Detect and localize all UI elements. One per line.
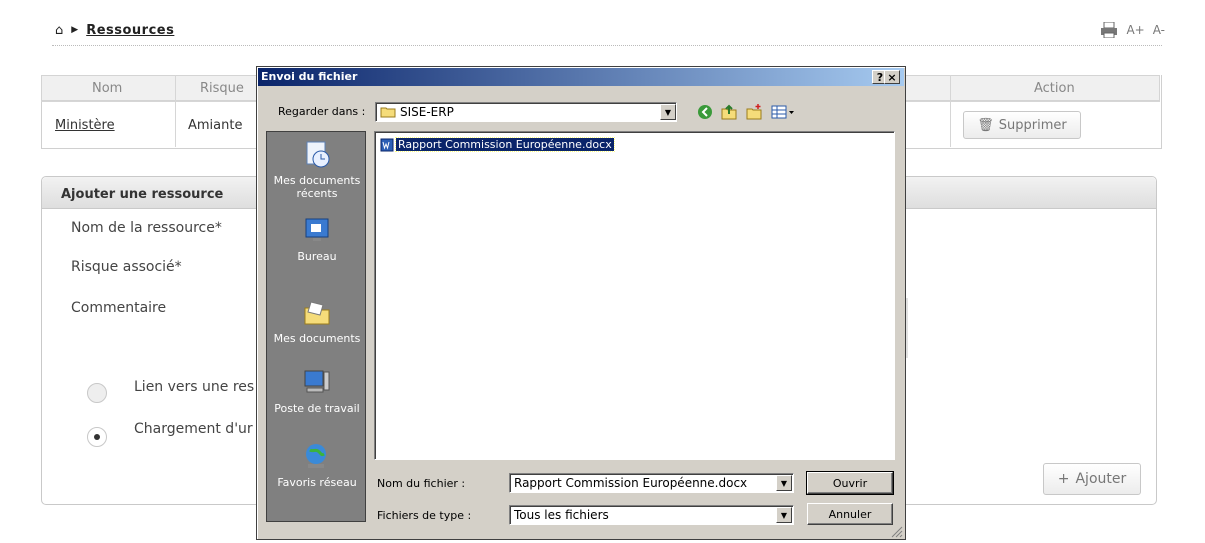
my-computer-icon (304, 370, 330, 393)
column-header-nom[interactable]: Nom (92, 81, 122, 96)
places-network[interactable]: Favoris réseau (267, 442, 367, 489)
column-divider (950, 75, 951, 147)
filename-label: Nom du fichier : (377, 477, 466, 490)
font-increase-button[interactable]: A+ (1126, 23, 1144, 37)
places-network-label: Favoris réseau (277, 476, 357, 489)
cancel-button[interactable]: Annuler (807, 503, 893, 525)
column-divider (175, 75, 176, 147)
places-recent-label: Mes documents récents (273, 174, 361, 200)
resize-grip-icon[interactable] (890, 525, 903, 538)
places-bar: Mes documents récents Bureau Mes documen… (266, 131, 366, 522)
chevron-right-icon: ▶ (71, 25, 79, 35)
font-decrease-button[interactable]: A- (1153, 23, 1165, 37)
link-radio[interactable] (87, 383, 107, 403)
delete-button-label: Supprimer (998, 117, 1067, 133)
upload-radio[interactable] (87, 427, 107, 447)
filetype-dropdown-arrow[interactable]: ▼ (776, 507, 792, 523)
print-icon[interactable] (1100, 22, 1118, 38)
places-documents[interactable]: Mes documents (267, 298, 367, 345)
home-icon[interactable]: ⌂ (55, 23, 63, 38)
back-icon[interactable] (696, 103, 714, 121)
folder-icon (380, 107, 396, 118)
comment-label: Commentaire (71, 300, 167, 316)
look-in-arrow[interactable]: ▼ (660, 104, 676, 120)
page-tools: A+ A- (1100, 22, 1165, 38)
add-button[interactable]: + Ajouter (1043, 463, 1141, 495)
trash-icon: 🗑 (977, 117, 994, 133)
filename-dropdown-arrow[interactable]: ▼ (776, 475, 792, 491)
breadcrumb-link-ressources[interactable]: Ressources (86, 23, 174, 38)
filetype-label: Fichiers de type : (377, 509, 472, 522)
column-header-risque[interactable]: Risque (200, 81, 244, 96)
new-folder-icon[interactable] (745, 103, 763, 121)
my-documents-icon (304, 301, 330, 325)
risk-label: Risque associé* (71, 259, 182, 275)
look-in-label: Regarder dans : (278, 105, 366, 118)
places-computer-label: Poste de travail (274, 402, 360, 415)
word-document-icon (380, 138, 394, 151)
up-folder-icon[interactable] (720, 103, 738, 121)
link-option-label[interactable]: Lien vers une res (134, 379, 254, 395)
open-button[interactable]: Ouvrir (806, 471, 894, 495)
places-desktop-label: Bureau (297, 250, 337, 263)
header-divider (52, 45, 1162, 46)
file-list[interactable] (374, 131, 895, 460)
desktop-icon (305, 218, 329, 241)
close-button[interactable]: × (884, 70, 900, 84)
filename-input[interactable]: Rapport Commission Européenne.docx (509, 473, 794, 493)
column-header-action: Action (1034, 81, 1075, 96)
delete-button[interactable]: 🗑 Supprimer (963, 111, 1081, 139)
resource-name-link[interactable]: Ministère (55, 118, 115, 133)
plus-icon: + (1057, 471, 1070, 487)
view-menu-icon[interactable] (770, 103, 796, 121)
look-in-dropdown[interactable]: SISE-ERP (375, 102, 677, 122)
places-computer[interactable]: Poste de travail (267, 368, 367, 415)
dialog-title: Envoi du fichier (261, 70, 358, 83)
file-item-name: Rapport Commission Européenne.docx (395, 137, 615, 152)
recent-documents-icon (306, 141, 330, 168)
add-button-label: Ajouter (1075, 471, 1127, 487)
upload-option-label[interactable]: Chargement d'ur (134, 421, 253, 437)
look-in-value: SISE-ERP (400, 105, 454, 119)
network-places-icon (306, 444, 326, 468)
resource-risk: Amiante (188, 118, 243, 133)
filetype-select[interactable]: Tous les fichiers (509, 505, 794, 525)
places-desktop[interactable]: Bureau (267, 216, 367, 263)
resource-name-label: Nom de la ressource* (71, 220, 222, 236)
breadcrumb: ⌂ ▶ Ressources (55, 21, 174, 39)
file-item[interactable]: Rapport Commission Européenne.docx (380, 137, 615, 152)
places-documents-label: Mes documents (273, 332, 361, 345)
places-recent[interactable]: Mes documents récents (267, 140, 367, 200)
panel-title: Ajouter une ressource (61, 187, 224, 202)
